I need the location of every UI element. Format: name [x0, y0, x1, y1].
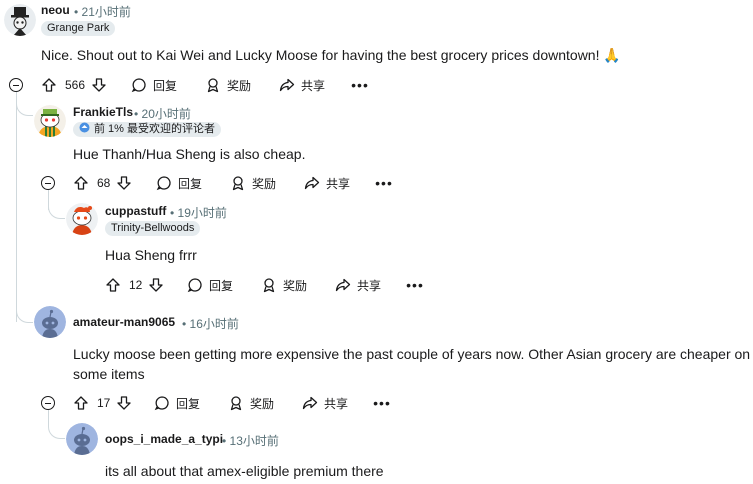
user-flair: 前 1% 最受欢迎的评论者: [73, 122, 222, 138]
share-arrow-icon: [302, 395, 318, 411]
reply-label: 回复: [178, 176, 203, 191]
avatar[interactable]: [34, 105, 66, 137]
award-icon: [228, 395, 244, 411]
comment-body: Hua Sheng frrr: [105, 247, 197, 263]
username[interactable]: oops_i_made_a_typi: [105, 432, 223, 446]
avatar[interactable]: [66, 423, 98, 455]
timestamp[interactable]: • 21小时前: [74, 3, 131, 20]
share-button[interactable]: 共享: [304, 173, 350, 193]
vote-count: 12: [129, 278, 143, 292]
comment-body: its all about that amex-eligible premium…: [105, 463, 384, 479]
share-button[interactable]: 共享: [335, 275, 381, 295]
comment-body: Hue Thanh/Hua Sheng is also cheap.: [73, 146, 306, 162]
vote-group: 566: [41, 75, 107, 95]
more-options-button[interactable]: •••: [372, 393, 392, 413]
reply-button[interactable]: 回复: [156, 173, 202, 193]
award-label: 奖励: [250, 396, 275, 411]
award-button[interactable]: 奖励: [228, 393, 274, 413]
reply-button[interactable]: 回复: [131, 75, 177, 95]
username[interactable]: amateur-man9065: [73, 315, 175, 329]
share-arrow-icon: [279, 77, 295, 93]
more-options-button[interactable]: •••: [405, 275, 425, 295]
award-button[interactable]: 奖励: [205, 75, 251, 95]
award-icon: [205, 77, 221, 93]
share-label: 共享: [357, 278, 382, 293]
username[interactable]: neou: [41, 3, 70, 17]
thread-connector-frankie: [16, 92, 33, 116]
thread-connector-cuppa: [48, 190, 65, 219]
avatar[interactable]: [34, 306, 66, 338]
award-icon: [261, 277, 277, 293]
share-arrow-icon: [304, 175, 320, 191]
speech-bubble-icon: [187, 277, 203, 293]
award-icon: [230, 175, 246, 191]
username[interactable]: cuppastuff: [105, 204, 166, 218]
speech-bubble-icon: [154, 395, 170, 411]
vote-count: 68: [97, 176, 111, 190]
speech-bubble-icon: [131, 77, 147, 93]
share-button[interactable]: 共享: [279, 75, 325, 95]
collapse-thread-button[interactable]: [41, 176, 55, 190]
arrow-up-icon[interactable]: [73, 175, 89, 191]
award-label: 奖励: [252, 176, 277, 191]
user-flair-text: 前 1% 最受欢迎的评论者: [94, 123, 216, 135]
speech-bubble-icon: [156, 175, 172, 191]
reply-button[interactable]: 回复: [187, 275, 233, 295]
arrow-down-icon[interactable]: [148, 277, 164, 293]
thread-connector-oops: [48, 410, 65, 439]
vote-count: 566: [65, 78, 86, 92]
share-button[interactable]: 共享: [302, 393, 348, 413]
award-label: 奖励: [283, 278, 308, 293]
arrow-down-icon[interactable]: [91, 77, 107, 93]
more-options-button[interactable]: •••: [350, 75, 370, 95]
vote-group: 68: [73, 173, 132, 193]
timestamp[interactable]: • 19小时前: [170, 204, 227, 221]
user-flair: Trinity-Bellwoods: [105, 221, 201, 236]
vote-count: 17: [97, 396, 111, 410]
arrow-down-icon[interactable]: [116, 395, 132, 411]
arrow-up-icon[interactable]: [73, 395, 89, 411]
timestamp[interactable]: • 20小时前: [134, 105, 191, 122]
award-button[interactable]: 奖励: [230, 173, 276, 193]
collapse-thread-button[interactable]: [41, 396, 55, 410]
arrow-up-icon[interactable]: [105, 277, 121, 293]
reply-label: 回复: [209, 278, 234, 293]
collapse-thread-button[interactable]: [9, 78, 23, 92]
share-arrow-icon: [335, 277, 351, 293]
timestamp[interactable]: • 13小时前: [222, 432, 279, 449]
vote-group: 12: [105, 275, 164, 295]
reply-label: 回复: [176, 396, 201, 411]
more-options-button[interactable]: •••: [374, 173, 394, 193]
arrow-down-icon[interactable]: [116, 175, 132, 191]
share-label: 共享: [301, 78, 326, 93]
share-label: 共享: [326, 176, 351, 191]
timestamp[interactable]: • 16小时前: [182, 315, 239, 332]
avatar[interactable]: [66, 203, 98, 235]
avatar[interactable]: [4, 4, 36, 36]
award-button[interactable]: 奖励: [261, 275, 307, 295]
comment-body: Lucky moose been getting more expensive …: [73, 346, 751, 382]
arrow-up-icon[interactable]: [41, 77, 57, 93]
comment-body: Nice. Shout out to Kai Wei and Lucky Moo…: [41, 47, 621, 63]
award-label: 奖励: [227, 78, 252, 93]
vote-group: 17: [73, 393, 132, 413]
thread-connector-amateur: [16, 300, 33, 323]
share-label: 共享: [324, 396, 349, 411]
top-commenter-icon: [79, 122, 90, 138]
user-flair: Grange Park: [41, 21, 116, 36]
thread-line-level-0: [16, 92, 17, 322]
reply-button[interactable]: 回复: [154, 393, 200, 413]
reply-label: 回复: [153, 78, 178, 93]
username[interactable]: FrankieTls: [73, 105, 133, 119]
